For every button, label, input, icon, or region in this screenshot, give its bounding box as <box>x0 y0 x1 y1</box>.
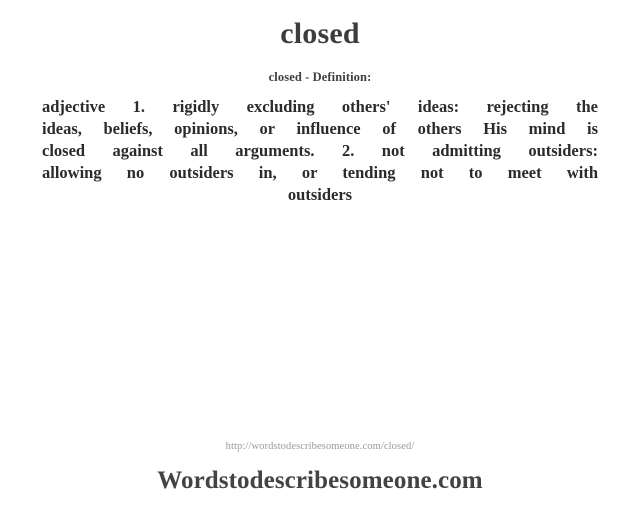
site-brand: Wordstodescribesomeone.com <box>157 467 483 494</box>
definition-line: closed against all arguments. 2. not adm… <box>42 141 598 160</box>
definition-line: ideas, beliefs, opinions, or influence o… <box>42 119 598 138</box>
definition-text: adjective 1. rigidly excluding others' i… <box>0 85 640 206</box>
page-title: closed <box>280 17 360 50</box>
definition-heading: closed - Definition: <box>268 70 372 84</box>
definition-page: closed closed - Definition: adjective 1.… <box>0 0 640 506</box>
definition-line: outsiders <box>287 185 353 204</box>
source-url[interactable]: http://wordstodescribesomeone.com/closed… <box>0 440 640 454</box>
definition-line: allowing no outsiders in, or tending not… <box>42 163 598 182</box>
definition-line: adjective 1. rigidly excluding others' i… <box>42 97 598 116</box>
